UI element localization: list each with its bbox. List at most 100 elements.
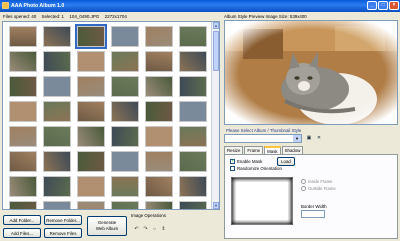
scroll-up-arrow-icon[interactable]: ▲ xyxy=(213,22,219,29)
preview-label: Album Style Preview Image Size: 539x400 xyxy=(224,14,307,19)
randomize-orientation-label: Randomize Orientation xyxy=(237,166,282,171)
remove-files-button[interactable]: Remove Files xyxy=(44,228,82,238)
photo-thumbnail[interactable] xyxy=(75,24,107,49)
selected-count: Selected: 1 xyxy=(41,14,65,19)
photo-thumbnail[interactable] xyxy=(179,201,207,209)
photo-thumbnail[interactable] xyxy=(145,26,173,47)
scroll-down-arrow-icon[interactable]: ▼ xyxy=(213,202,219,209)
enable-mask-label: Enable Mask xyxy=(237,159,263,164)
save-icon[interactable]: ▣ xyxy=(305,134,313,142)
add-folder-button[interactable]: Add Folder... xyxy=(3,215,41,225)
photo-thumbnail[interactable] xyxy=(179,101,207,122)
photo-thumbnail[interactable] xyxy=(179,26,207,47)
photo-thumbnail[interactable] xyxy=(9,126,37,147)
photo-thumbnail[interactable] xyxy=(77,201,105,209)
photo-thumbnail[interactable] xyxy=(77,176,105,197)
photo-thumbnail[interactable] xyxy=(43,151,71,172)
window-title: AAA Photo Album 1.0 xyxy=(11,3,65,9)
album-style-select[interactable]: ▼ xyxy=(224,134,302,143)
photo-thumbnail[interactable] xyxy=(179,126,207,147)
photo-thumbnail[interactable] xyxy=(179,51,207,72)
photo-thumbnail[interactable] xyxy=(145,176,173,197)
photo-thumbnail[interactable] xyxy=(179,151,207,172)
inside-frame-label: Inside Frame xyxy=(308,179,333,184)
tab-resize[interactable]: Resize xyxy=(224,146,244,154)
minimize-button[interactable]: _ xyxy=(367,1,377,10)
photo-thumbnail[interactable] xyxy=(111,26,139,47)
photo-thumbnail[interactable] xyxy=(145,151,173,172)
remove-folder-button[interactable]: Remove Folder... xyxy=(44,215,82,225)
enable-mask-checkbox[interactable]: ✓ Enable Mask xyxy=(230,159,262,164)
photo-thumbnail[interactable] xyxy=(145,76,173,97)
mask-preview xyxy=(231,177,293,225)
vertical-scrollbar[interactable]: ▲ ▼ xyxy=(211,22,219,209)
photo-thumbnail[interactable] xyxy=(111,176,139,197)
generate-web-album-button[interactable]: Generate Web Album xyxy=(87,216,127,236)
load-mask-button[interactable]: Load xyxy=(277,157,295,166)
album-style-label: Please Select Album / Thumbnail Style xyxy=(226,128,302,133)
thumbnail-grid[interactable]: ▲ ▼ xyxy=(2,21,220,210)
scroll-thumb[interactable] xyxy=(213,31,219,71)
add-files-button[interactable]: Add Files... xyxy=(3,228,41,238)
photo-thumbnail[interactable] xyxy=(179,176,207,197)
outside-frame-radio[interactable]: Outside Frame xyxy=(301,186,336,191)
checkbox-icon xyxy=(230,166,235,171)
cat-photo xyxy=(225,21,397,124)
mask-panel: ✓ Enable Mask Randomize Orientation Load… xyxy=(224,154,398,239)
photo-thumbnail[interactable] xyxy=(43,201,71,209)
photo-thumbnail[interactable] xyxy=(111,201,139,209)
photo-thumbnail[interactable] xyxy=(43,176,71,197)
files-opened-count: Files opened: 40 xyxy=(3,14,37,19)
image-operations-label: Image Operations xyxy=(131,213,166,218)
rotate-left-icon[interactable]: ↶ xyxy=(133,226,140,233)
inside-frame-radio[interactable]: Inside Frame xyxy=(301,179,332,184)
photo-thumbnail[interactable] xyxy=(43,51,71,72)
photo-thumbnail[interactable] xyxy=(43,126,71,147)
photo-thumbnail[interactable] xyxy=(9,101,37,122)
delete-icon[interactable]: ✕ xyxy=(315,134,323,142)
radio-icon xyxy=(301,186,306,191)
border-width-input[interactable] xyxy=(301,210,325,218)
photo-thumbnail[interactable] xyxy=(9,76,37,97)
photo-thumbnail[interactable] xyxy=(43,26,71,47)
photo-thumbnail[interactable] xyxy=(111,151,139,172)
photo-thumbnail[interactable] xyxy=(111,76,139,97)
photo-thumbnail[interactable] xyxy=(111,101,139,122)
photo-thumbnail[interactable] xyxy=(77,151,105,172)
photo-thumbnail[interactable] xyxy=(43,101,71,122)
album-style-preview xyxy=(224,20,398,125)
photo-thumbnail[interactable] xyxy=(145,101,173,122)
flip-vertical-icon[interactable]: ⇕ xyxy=(160,226,167,233)
photo-thumbnail[interactable] xyxy=(9,151,37,172)
tab-shadow[interactable]: Shadow xyxy=(281,146,304,154)
border-width-label: Border Width xyxy=(301,204,327,209)
photo-thumbnail[interactable] xyxy=(179,76,207,97)
file-status: Files opened: 40 Selected: 1 104_0490.JP… xyxy=(3,13,218,20)
photo-thumbnail[interactable] xyxy=(77,51,105,72)
photo-thumbnail[interactable] xyxy=(145,51,173,72)
photo-thumbnail[interactable] xyxy=(111,51,139,72)
generate-label-line2: Web Album xyxy=(95,226,119,231)
photo-thumbnail[interactable] xyxy=(145,126,173,147)
app-window: AAA Photo Album 1.0 _ □ × Files opened: … xyxy=(0,0,400,241)
randomize-orientation-checkbox[interactable]: Randomize Orientation xyxy=(230,166,282,171)
photo-thumbnail[interactable] xyxy=(9,26,37,47)
photo-thumbnail[interactable] xyxy=(9,51,37,72)
app-icon xyxy=(2,2,9,9)
photo-thumbnail[interactable] xyxy=(43,76,71,97)
photo-thumbnail[interactable] xyxy=(77,101,105,122)
radio-icon xyxy=(301,179,306,184)
photo-thumbnail[interactable] xyxy=(111,126,139,147)
selected-file-dimensions: 2272x1704 xyxy=(104,14,127,19)
photo-thumbnail[interactable] xyxy=(9,201,37,209)
close-button[interactable]: × xyxy=(389,1,399,10)
maximize-button[interactable]: □ xyxy=(378,1,388,10)
photo-thumbnail[interactable] xyxy=(9,176,37,197)
flip-horizontal-icon[interactable]: ⇔ xyxy=(151,226,158,233)
rotate-right-icon[interactable]: ↷ xyxy=(142,226,149,233)
chevron-down-icon[interactable]: ▼ xyxy=(293,135,301,142)
photo-thumbnail[interactable] xyxy=(145,201,173,209)
photo-thumbnail[interactable] xyxy=(77,76,105,97)
photo-thumbnail[interactable] xyxy=(77,126,105,147)
tab-frame[interactable]: Frame xyxy=(244,146,264,154)
